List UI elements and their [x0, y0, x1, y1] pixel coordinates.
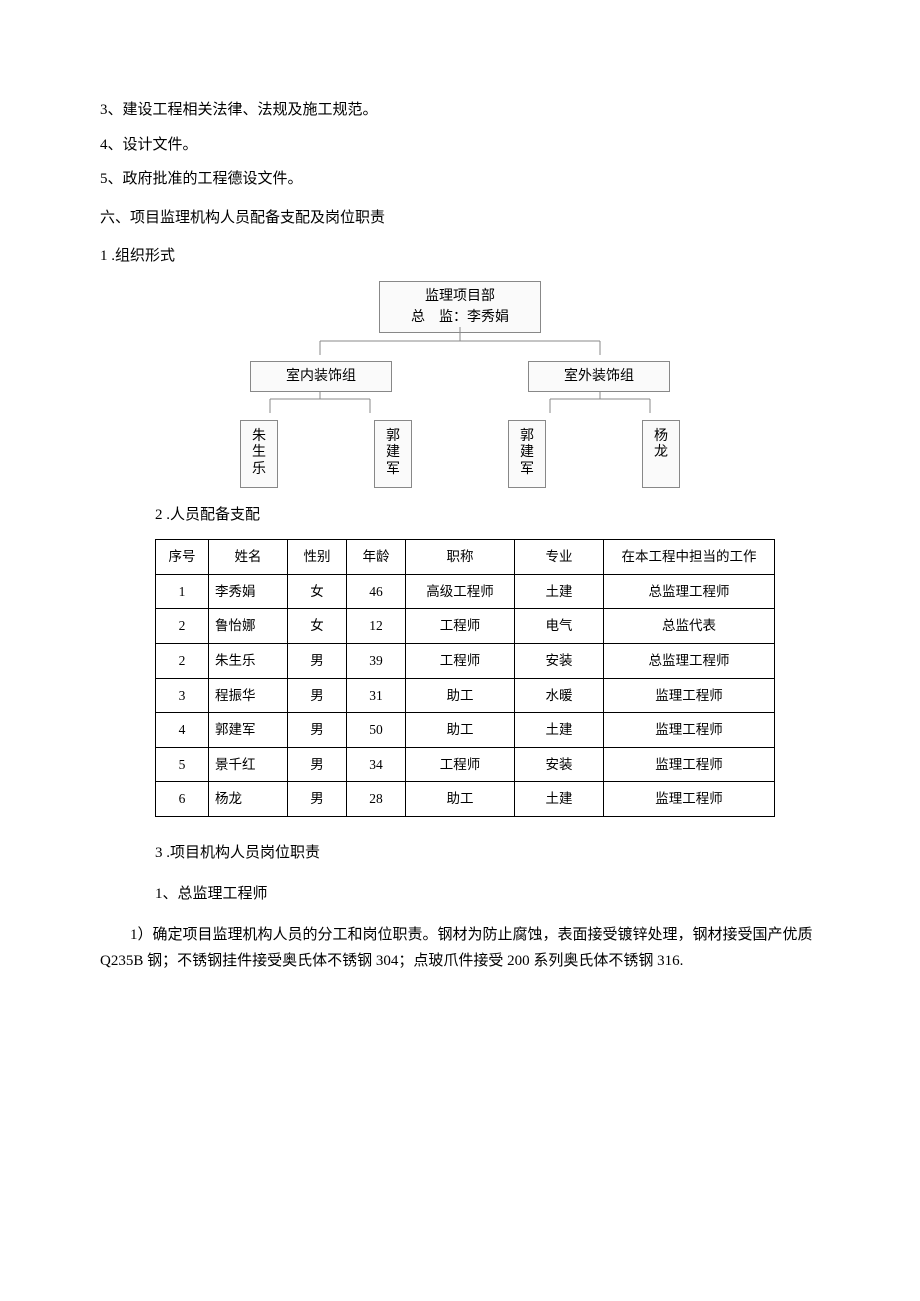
table-row: 4郭建军男50助工土建监理工程师	[156, 713, 775, 748]
list-item-4: 4、设计文件。	[100, 131, 820, 160]
table-row: 2鲁怡娜女12工程师电气总监代表	[156, 609, 775, 644]
section-six-title: 六、项目监理机构人员配备支配及岗位职责	[100, 204, 820, 233]
subsection-3-title: 3 .项目机构人员岗位职责	[155, 839, 820, 868]
org-leaf-1: 朱生乐	[240, 420, 278, 488]
org-row2-right: 室外装饰组	[528, 361, 670, 392]
th-seq: 序号	[156, 540, 209, 575]
org-chart: 监理项目部 总 监：李秀娟 室内装饰组 室外装饰组 朱生乐 郭建军 郭建军 杨龙	[200, 281, 720, 491]
org-top-line1: 监理项目部	[380, 286, 540, 307]
th-major: 专业	[515, 540, 604, 575]
org-leaf-4: 杨龙	[642, 420, 680, 488]
th-title: 职称	[406, 540, 515, 575]
table-header-row: 序号 姓名 性别 年龄 职称 专业 在本工程中担当的工作	[156, 540, 775, 575]
org-leaf-3: 郭建军	[508, 420, 546, 488]
table-row: 2朱生乐男39工程师安装总监理工程师	[156, 643, 775, 678]
table-row: 5景千红男34工程师安装监理工程师	[156, 747, 775, 782]
th-age: 年龄	[347, 540, 406, 575]
role-1-title: 1、总监理工程师	[155, 880, 820, 909]
paragraph-1: 1）确定项目监理机构人员的分工和岗位职责。钢材为防止腐蚀，表面接受镀锌处理，钢材…	[100, 922, 820, 975]
list-item-3: 3、建设工程相关法律、法规及施工规范。	[100, 96, 820, 125]
th-role: 在本工程中担当的工作	[604, 540, 775, 575]
org-leaf-2: 郭建军	[374, 420, 412, 488]
org-top-box: 监理项目部 总 监：李秀娟	[379, 281, 541, 333]
table-row: 1李秀娟女46高级工程师土建总监理工程师	[156, 574, 775, 609]
org-top-line2: 总 监：李秀娟	[380, 307, 540, 328]
table-row: 6杨龙男28助工土建监理工程师	[156, 782, 775, 817]
subsection-1-title: 1 .组织形式	[100, 242, 820, 271]
th-gender: 性别	[288, 540, 347, 575]
personnel-table: 序号 姓名 性别 年龄 职称 专业 在本工程中担当的工作 1李秀娟女46高级工程…	[155, 539, 775, 817]
table-row: 3程振华男31助工水暖监理工程师	[156, 678, 775, 713]
org-row2-left: 室内装饰组	[250, 361, 392, 392]
table-body: 1李秀娟女46高级工程师土建总监理工程师 2鲁怡娜女12工程师电气总监代表 2朱…	[156, 574, 775, 816]
subsection-2-title: 2 .人员配备支配	[155, 501, 820, 530]
list-item-5: 5、政府批准的工程德设文件。	[100, 165, 820, 194]
th-name: 姓名	[209, 540, 288, 575]
